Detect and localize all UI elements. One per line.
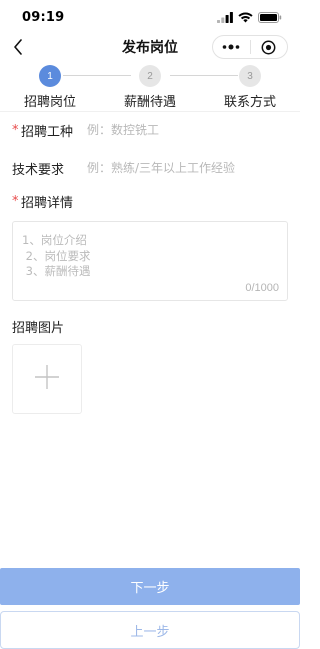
step-connector [63, 75, 131, 76]
skill-label: 技术要求 [12, 162, 65, 178]
wifi-icon [238, 8, 253, 27]
step-2-label: 薪酬待遇 [124, 95, 177, 110]
skill-field: 技术要求 [12, 157, 292, 179]
details-field: * 招聘详情 [12, 190, 292, 212]
step-3-label: 联系方式 [224, 95, 277, 110]
details-label: 招聘详情 [21, 195, 74, 211]
status-bar: 09:19 [0, 0, 300, 34]
page-title: 发布岗位 [122, 40, 178, 56]
signal-icon [217, 8, 233, 27]
skill-input[interactable] [87, 157, 287, 179]
job-type-field: * 招聘工种 [12, 119, 292, 141]
target-circle-icon[interactable] [251, 36, 288, 58]
nav-bar: 发布岗位 [0, 34, 300, 60]
required-star: * [12, 122, 19, 138]
character-counter: 0/1000 [245, 282, 279, 294]
image-upload-button[interactable] [12, 344, 82, 414]
chevron-left-icon[interactable] [8, 36, 28, 58]
step-2-circle: 2 [139, 65, 161, 87]
step-3-circle: 3 [239, 65, 261, 87]
battery-icon [258, 8, 282, 27]
step-1-label: 招聘岗位 [24, 95, 77, 110]
step-connector [170, 75, 238, 76]
details-placeholder: 1、岗位介绍 2、岗位要求 3、薪酬待遇 [22, 233, 91, 278]
status-time: 09:19 [22, 9, 65, 25]
required-star: * [12, 193, 19, 209]
images-label: 招聘图片 [12, 320, 65, 336]
step-indicator: 1 2 3 招聘岗位 薪酬待遇 联系方式 [0, 62, 300, 110]
mini-program-capsule [212, 35, 288, 59]
step-1-circle: 1 [39, 65, 61, 87]
job-type-input[interactable] [87, 119, 287, 141]
images-field: 招聘图片 [12, 315, 292, 337]
job-type-label: 招聘工种 [21, 124, 74, 140]
status-icons [217, 8, 282, 27]
next-button[interactable]: 下一步 [0, 568, 300, 605]
details-textarea[interactable]: 1、岗位介绍 2、岗位要求 3、薪酬待遇 0/1000 [12, 221, 288, 301]
plus-icon [34, 364, 60, 394]
divider [0, 111, 300, 112]
prev-button[interactable]: 上一步 [0, 611, 300, 649]
more-dots-icon[interactable] [213, 36, 250, 58]
